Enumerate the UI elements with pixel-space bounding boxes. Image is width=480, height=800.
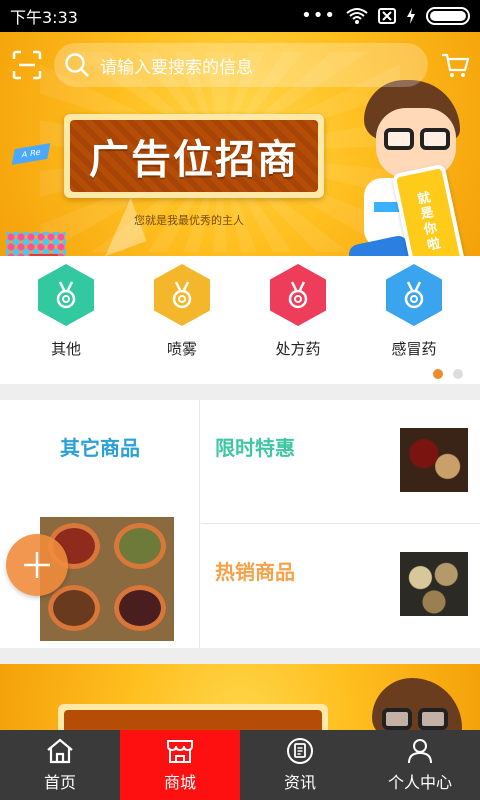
search-input[interactable]: 请输入要搜索的信息	[54, 43, 428, 87]
other-products-title: 其它商品	[60, 436, 140, 460]
wifi-icon	[346, 8, 368, 24]
status-icons: •••	[301, 7, 470, 25]
cart-icon	[442, 53, 470, 77]
bottom-navigation: 首页 商城 资讯 个人中心	[0, 730, 480, 800]
gift-box-decoration	[6, 232, 66, 256]
nav-news[interactable]: 资讯	[240, 730, 360, 800]
category-label: 处方药	[275, 340, 321, 358]
notification-dots: •••	[301, 5, 336, 26]
nav-profile[interactable]: 个人中心	[360, 730, 480, 800]
scan-button[interactable]	[12, 50, 42, 80]
store-icon	[167, 740, 193, 763]
medal-icon	[270, 264, 326, 326]
search-placeholder: 请输入要搜索的信息	[100, 57, 253, 78]
category-label: 感冒药	[391, 340, 437, 358]
status-bar: 下午3:33 •••	[0, 0, 480, 32]
section-divider	[0, 648, 480, 664]
nav-label: 首页	[43, 773, 76, 792]
search-icon	[65, 53, 89, 77]
limited-offer-image	[400, 428, 468, 492]
medal-icon	[386, 264, 442, 326]
phone-text-4: 啦	[425, 235, 442, 254]
secondary-banner[interactable]	[0, 664, 480, 730]
category-prescription[interactable]: 处方药	[238, 264, 358, 364]
nav-store[interactable]: 商城	[120, 730, 240, 800]
category-grid: 其他 喷雾 处方药 感冒药	[0, 256, 480, 384]
news-icon	[287, 738, 313, 764]
category-label: 其他	[50, 340, 81, 358]
category-spray[interactable]: 喷雾	[122, 264, 242, 364]
section-divider	[0, 384, 480, 400]
page-dot-active	[433, 369, 443, 379]
charging-icon	[407, 8, 415, 24]
hot-sale-title: 热销商品	[215, 560, 295, 584]
hot-sale-card[interactable]: 热销商品	[201, 524, 480, 648]
ad-subtitle: 您就是我最优秀的主人	[134, 214, 244, 227]
cartoon-glasses-right	[418, 708, 448, 730]
page-dot	[453, 369, 463, 379]
ad-board: 广告位招商	[64, 114, 324, 198]
nav-label: 个人中心	[387, 773, 452, 792]
secondary-ad-board	[58, 704, 328, 730]
category-cold-medicine[interactable]: 感冒药	[354, 264, 474, 364]
other-products-card[interactable]: 其它商品	[0, 400, 200, 648]
scan-icon	[12, 50, 42, 80]
category-other[interactable]: 其他	[6, 264, 126, 364]
hot-sale-image	[400, 552, 468, 616]
ad-title: 广告位招商	[70, 120, 318, 192]
battery-icon	[426, 7, 470, 25]
medal-icon	[38, 264, 94, 326]
status-time: 下午3:33	[10, 8, 78, 27]
limited-offer-title: 限时特惠	[215, 436, 295, 460]
plus-icon	[24, 552, 50, 578]
limited-offer-card[interactable]: 限时特惠	[201, 400, 480, 524]
nav-home[interactable]: 首页	[0, 730, 120, 800]
product-section: 其它商品 限时特惠 热销商品	[0, 400, 480, 648]
page-indicator	[433, 369, 463, 379]
add-floating-button[interactable]	[6, 534, 68, 596]
home-icon	[47, 738, 73, 764]
cartoon-character: 就 是 你 啦	[330, 62, 480, 256]
no-sim-icon	[378, 8, 396, 24]
medal-icon	[154, 264, 210, 326]
cart-button[interactable]	[440, 50, 470, 80]
nav-label: 商城	[163, 773, 196, 792]
user-icon	[408, 739, 432, 764]
category-label: 喷雾	[166, 340, 197, 358]
nav-label: 资讯	[283, 773, 316, 792]
cartoon-glasses-left	[382, 708, 412, 730]
